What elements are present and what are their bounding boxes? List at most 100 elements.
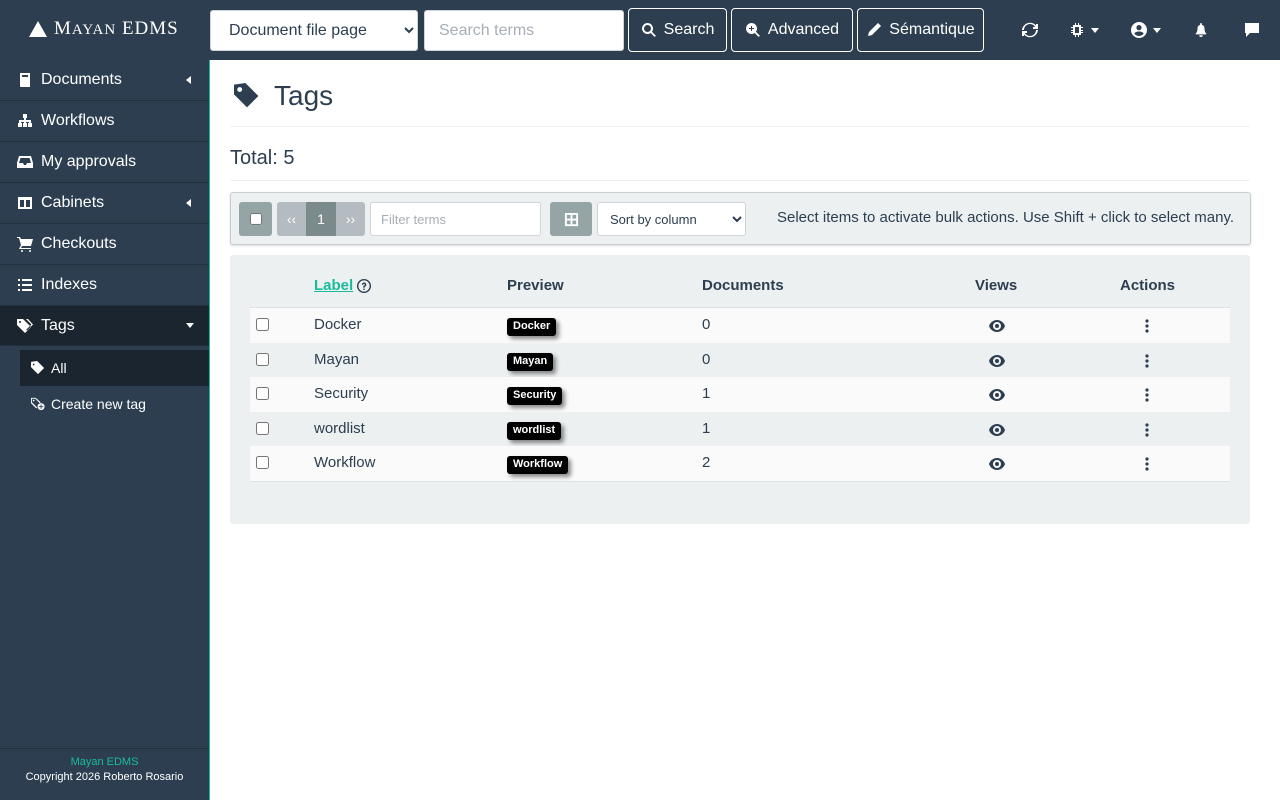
row-checkbox[interactable]: [256, 318, 269, 331]
notifications-button[interactable]: [1194, 20, 1208, 40]
comment-icon: [1245, 23, 1259, 37]
row-checkbox[interactable]: [256, 422, 269, 435]
search-model-select[interactable]: Document file page: [210, 10, 418, 51]
filter-input[interactable]: [370, 202, 541, 236]
view-icon[interactable]: [989, 355, 1005, 367]
advanced-search-button[interactable]: Advanced: [731, 8, 853, 52]
tag-document-count: 2: [702, 454, 711, 471]
tag-document-count: 1: [702, 385, 711, 402]
table-bottom-divider: [250, 481, 1230, 482]
search-input[interactable]: [424, 10, 624, 51]
tag-label[interactable]: Mayan: [314, 351, 359, 368]
columns-icon: [18, 197, 32, 209]
book-icon: [20, 73, 30, 87]
view-icon[interactable]: [989, 424, 1005, 436]
tag-plus-icon: [31, 397, 45, 411]
tag-preview-badge: Mayan: [507, 353, 554, 371]
column-header-documents: Documents: [702, 277, 784, 294]
tag-document-count: 0: [702, 351, 711, 368]
list-toolbar: ‹‹ 1 ›› Sort by column Select items to a…: [230, 192, 1251, 245]
refresh-button[interactable]: [1022, 20, 1038, 40]
sidebar-item-workflows[interactable]: Workflows: [0, 101, 209, 142]
search-icon: [641, 23, 656, 37]
view-icon[interactable]: [989, 320, 1005, 332]
messages-button[interactable]: [1244, 20, 1260, 40]
sidebar-item-label: Checkouts: [41, 235, 117, 252]
row-checkbox[interactable]: [256, 353, 269, 366]
table-row: Mayan Mayan 0: [250, 343, 1230, 377]
semantic-search-button[interactable]: Sémantique: [857, 8, 984, 52]
brand-logo[interactable]: MAYAN EDMS: [28, 18, 179, 40]
sidebar-item-label: My approvals: [41, 153, 137, 170]
table-row: Docker Docker 0: [250, 308, 1230, 343]
search-button[interactable]: Search: [628, 8, 727, 52]
sidebar-item-label: Tags: [41, 316, 75, 334]
bulk-actions-hint: Select items to activate bulk actions. U…: [777, 209, 1234, 226]
shopping-cart-icon: [17, 237, 33, 252]
sidebar-item-tags[interactable]: Tags: [0, 306, 209, 346]
tag-label[interactable]: Workflow: [314, 454, 375, 471]
sort-select[interactable]: Sort by column: [597, 202, 746, 236]
sidebar-item-checkouts[interactable]: Checkouts: [0, 224, 209, 265]
setup-menu-button[interactable]: [1069, 20, 1099, 40]
brand-second: EDMS: [121, 18, 179, 39]
column-header-label-text[interactable]: Label: [314, 277, 353, 294]
tag-icon: [31, 361, 45, 375]
advanced-button-label: Advanced: [767, 21, 840, 38]
column-header-actions: Actions: [1120, 277, 1176, 294]
sidebar-item-label: Cabinets: [41, 194, 105, 211]
brand-initial: M: [54, 18, 72, 39]
pager-next-button[interactable]: ››: [336, 202, 365, 236]
view-icon[interactable]: [989, 458, 1005, 470]
sidebar-subitem-all-tags[interactable]: All: [20, 350, 209, 386]
tag-document-count: 1: [702, 420, 711, 437]
tag-label[interactable]: Security: [314, 385, 368, 402]
select-all-checkbox[interactable]: [249, 213, 262, 225]
row-checkbox[interactable]: [256, 456, 269, 469]
sidebar-item-indexes[interactable]: Indexes: [0, 265, 209, 306]
page-title: Tags: [234, 80, 333, 112]
list-icon: [18, 279, 32, 291]
sidebar-item-documents[interactable]: Documents: [0, 60, 209, 101]
page-title-text: Tags: [274, 80, 334, 111]
tag-preview-badge: Workflow: [507, 456, 569, 474]
user-menu-button[interactable]: [1131, 20, 1161, 40]
select-all-wrapper[interactable]: [239, 202, 272, 236]
tag-icon: [234, 83, 259, 108]
ellipsis-vertical-icon[interactable]: [1144, 319, 1150, 333]
ellipsis-vertical-icon[interactable]: [1144, 423, 1150, 437]
top-navbar: MAYAN EDMS Document file page Search Adv…: [0, 0, 1280, 60]
divider: [230, 180, 1250, 181]
pager-current-page[interactable]: 1: [306, 202, 336, 236]
chevron-down-icon: [1153, 27, 1161, 33]
ellipsis-vertical-icon[interactable]: [1144, 388, 1150, 402]
sidebar-item-my-approvals[interactable]: My approvals: [0, 142, 209, 183]
sidebar-item-label: Documents: [41, 71, 122, 88]
chevron-left-icon: [186, 199, 191, 207]
sitemap-icon: [18, 114, 32, 127]
divider: [230, 126, 1250, 127]
sidebar-subitem-label: Create new tag: [51, 396, 146, 412]
tag-label[interactable]: wordlist: [314, 420, 365, 437]
grid-view-button[interactable]: [550, 202, 592, 236]
bell-icon: [1195, 23, 1207, 37]
sidebar-item-label: Workflows: [41, 112, 115, 129]
row-checkbox[interactable]: [256, 387, 269, 400]
grid-icon: [564, 212, 578, 226]
tags-icon: [17, 318, 33, 333]
ellipsis-vertical-icon[interactable]: [1144, 457, 1150, 471]
pager-prev-button[interactable]: ‹‹: [277, 202, 306, 236]
ellipsis-vertical-icon[interactable]: [1144, 354, 1150, 368]
tag-preview-badge: wordlist: [507, 422, 562, 440]
tag-label[interactable]: Docker: [314, 316, 362, 333]
sidebar-item-cabinets[interactable]: Cabinets: [0, 183, 209, 224]
sidebar-footer: Mayan EDMS Copyright 2026 Roberto Rosari…: [0, 748, 209, 800]
sidebar-subitem-create-tag[interactable]: Create new tag: [20, 386, 209, 422]
chevron-down-icon: [1091, 27, 1099, 33]
table-row: wordlist wordlist 1: [250, 412, 1230, 446]
column-header-label[interactable]: Label: [314, 277, 372, 294]
table-row: Workflow Workflow 2: [250, 446, 1230, 481]
refresh-icon: [1022, 22, 1038, 38]
view-icon[interactable]: [989, 389, 1005, 401]
footer-app-name: Mayan EDMS: [70, 756, 139, 768]
